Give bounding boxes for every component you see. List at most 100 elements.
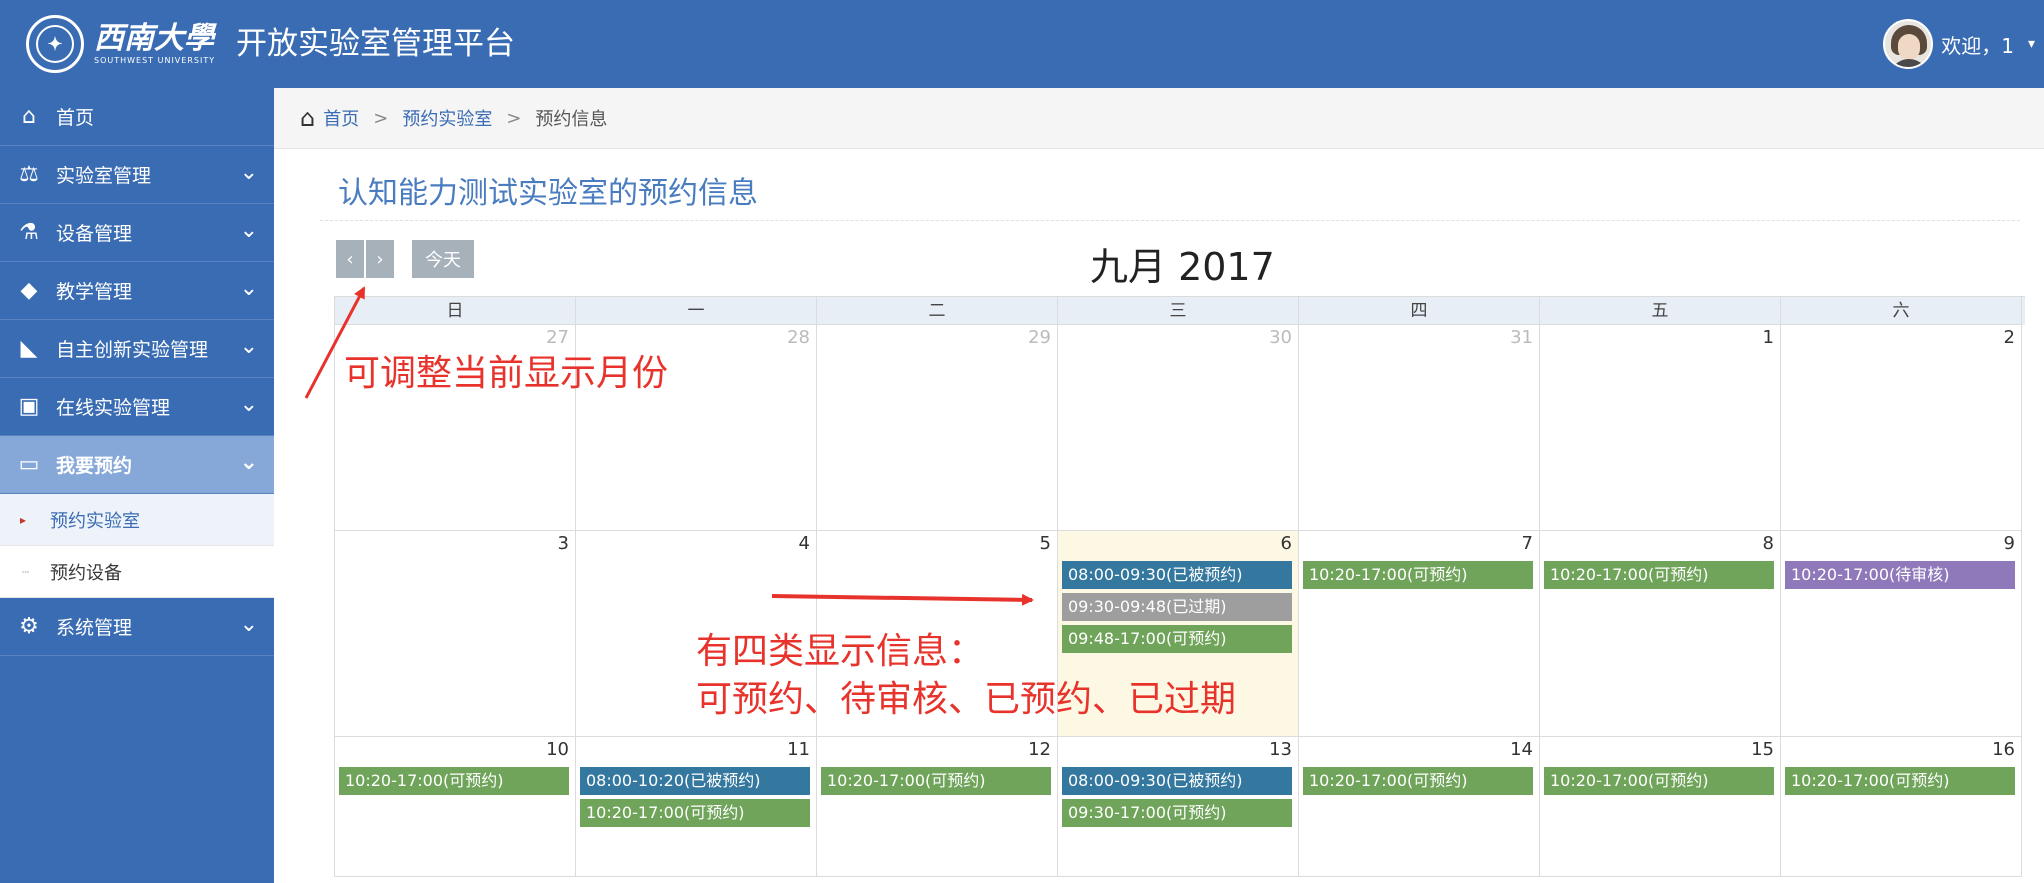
scale-icon: ⚖ (19, 162, 39, 187)
calendar-week-row: 10 10:20-17:00(可预约) 11 08:00-10:20(已被预约) 10:… (335, 737, 2025, 877)
tree-dash-icon: ┄ (22, 564, 30, 579)
breadcrumb-separator-icon: > (373, 107, 389, 129)
calendar-day[interactable]: 13 08:00-09:30(已被预约) 09:30-17:00(可预约) (1058, 737, 1299, 877)
breadcrumb-current: 预约信息 (535, 109, 608, 130)
calendar-day[interactable]: 2 (1781, 325, 2022, 531)
chevron-down-icon: ⌄ (239, 334, 258, 359)
booking-event-available[interactable]: 10:20-17:00(可预约) (1303, 767, 1533, 795)
sidebar-item-label: 系统管理 (56, 617, 133, 639)
calendar-day[interactable]: 12 10:20-17:00(可预约) (817, 737, 1058, 877)
calendar-day[interactable]: 15 10:20-17:00(可预约) (1540, 737, 1781, 877)
chevron-down-icon: ⌄ (239, 160, 258, 185)
calendar-day[interactable]: 29 (817, 325, 1058, 531)
sidebar-item-system-management[interactable]: ⚙ 系统管理 ⌄ (0, 598, 274, 656)
booking-event-expired[interactable]: 09:30-09:48(已过期) (1062, 593, 1292, 621)
booking-event-available[interactable]: 10:20-17:00(可预约) (339, 767, 569, 795)
booking-event-available[interactable]: 10:20-17:00(可预约) (1785, 767, 2015, 795)
calendar-day[interactable]: 10 10:20-17:00(可预约) (335, 737, 576, 877)
booking-event-booked[interactable]: 08:00-09:30(已被预约) (1062, 561, 1292, 589)
sidebar-item-label: 设备管理 (56, 223, 133, 245)
day-number: 12 (1028, 739, 1051, 760)
breadcrumb-home[interactable]: 首页 (323, 105, 359, 131)
booking-event-available[interactable]: 09:30-17:00(可预约) (1062, 799, 1292, 827)
today-button[interactable]: 今天 (412, 240, 474, 278)
logo-chinese-name: 西南大學 (94, 21, 214, 56)
logo-emblem-icon: ✦ (26, 15, 84, 73)
user-menu[interactable]: 欢迎，1 ▾ (1883, 16, 2044, 72)
sidebar: ⌂ 首页 ⚖ 实验室管理 ⌄ ⚗ 设备管理 ⌄ ◆ 教学管理 ⌄ ◣ 自主创新实… (0, 88, 274, 883)
calendar-day[interactable]: 30 (1058, 325, 1299, 531)
home-icon[interactable]: ⌂ (300, 104, 315, 132)
avatar[interactable] (1883, 19, 1934, 69)
booking-event-available[interactable]: 10:20-17:00(可预约) (1544, 561, 1774, 589)
sidebar-subitem-book-lab[interactable]: ▸ 预约实验室 (0, 494, 274, 546)
booking-event-booked[interactable]: 08:00-10:20(已被预约) (580, 767, 810, 795)
weekday-header: 日 (335, 297, 576, 325)
chevron-down-icon: ⌄ (239, 612, 258, 637)
welcome-text[interactable]: 欢迎，1 (1941, 30, 2014, 59)
breadcrumb-book-lab[interactable]: 预约实验室 (402, 105, 492, 131)
gears-icon: ⚙ (19, 614, 39, 639)
booking-event-booked[interactable]: 08:00-09:30(已被预约) (1062, 767, 1292, 795)
day-number: 2 (2003, 327, 2015, 348)
day-number: 16 (1992, 739, 2015, 760)
calendar-day[interactable]: 8 10:20-17:00(可预约) (1540, 531, 1781, 737)
weekday-header: 二 (817, 297, 1058, 325)
annotation-info-line2: 可预约、待审核、已预约、已过期 (696, 679, 1237, 720)
day-number: 30 (1269, 327, 1292, 348)
next-month-button[interactable]: › (366, 240, 394, 278)
booking-event-pending[interactable]: 10:20-17:00(待审核) (1785, 561, 2015, 589)
sidebar-item-label: 在线实验管理 (56, 397, 171, 419)
sidebar-item-equipment-management[interactable]: ⚗ 设备管理 ⌄ (0, 204, 274, 262)
sidebar-subitem-book-equipment[interactable]: ┄ 预约设备 (0, 546, 274, 598)
booking-event-available[interactable]: 10:20-17:00(可预约) (821, 767, 1051, 795)
day-number: 27 (546, 327, 569, 348)
sidebar-item-teaching-management[interactable]: ◆ 教学管理 ⌄ (0, 262, 274, 320)
day-number: 11 (787, 739, 810, 760)
calendar-day[interactable]: 7 10:20-17:00(可预约) (1299, 531, 1540, 737)
day-number: 7 (1521, 533, 1533, 554)
active-marker-icon: ▸ (20, 512, 27, 527)
booking-event-available[interactable]: 10:20-17:00(可预约) (1544, 767, 1774, 795)
day-number: 4 (798, 533, 810, 554)
calendar-month-title: 九月 2017 (1090, 245, 1275, 289)
calendar-day[interactable]: 3 (335, 531, 576, 737)
calendar-day[interactable]: 14 10:20-17:00(可预约) (1299, 737, 1540, 877)
calendar-day[interactable]: 1 (1540, 325, 1781, 531)
calendar-day[interactable]: 16 10:20-17:00(可预约) (1781, 737, 2022, 877)
calendar-day[interactable]: 31 (1299, 325, 1540, 531)
sidebar-subitem-label: 预约设备 (50, 562, 122, 584)
booking-event-available[interactable]: 10:20-17:00(可预约) (580, 799, 810, 827)
annotation-info-line1: 有四类显示信息： (696, 631, 985, 672)
monitor-icon: ▭ (18, 452, 40, 477)
calendar-day[interactable]: 9 10:20-17:00(待审核) (1781, 531, 2022, 737)
day-number: 3 (557, 533, 569, 554)
breadcrumb: ⌂ 首页 > 预约实验室 > 预约信息 (274, 88, 2044, 149)
day-number: 14 (1510, 739, 1533, 760)
booking-event-available[interactable]: 10:20-17:00(可预约) (1303, 561, 1533, 589)
booking-event-available[interactable]: 09:48-17:00(可预约) (1062, 625, 1292, 653)
sidebar-item-label: 自主创新实验管理 (56, 339, 209, 361)
sidebar-item-label: 我要预约 (56, 455, 133, 477)
sidebar-item-label: 首页 (56, 107, 95, 129)
day-number: 15 (1751, 739, 1774, 760)
calendar-day[interactable]: 11 08:00-10:20(已被预约) 10:20-17:00(可预约) (576, 737, 817, 877)
day-number: 6 (1280, 533, 1292, 554)
caret-down-icon[interactable]: ▾ (2028, 36, 2044, 52)
annotation-month-note: 可调整当前显示月份 (344, 353, 669, 394)
sidebar-item-my-booking[interactable]: ▭ 我要预约 ⌄ (0, 436, 274, 494)
university-logo[interactable]: ✦ 西南大學 SOUTHWEST UNIVERSITY (26, 12, 215, 76)
title-divider (320, 220, 2020, 221)
prev-month-button[interactable]: ‹ (336, 240, 364, 278)
weekday-header: 五 (1540, 297, 1781, 325)
home-icon: ⌂ (22, 104, 36, 129)
app-title: 开放实验室管理平台 (236, 26, 515, 62)
sidebar-item-innovation-experiment[interactable]: ◣ 自主创新实验管理 ⌄ (0, 320, 274, 378)
sidebar-item-home[interactable]: ⌂ 首页 (0, 88, 274, 146)
sidebar-item-lab-management[interactable]: ⚖ 实验室管理 ⌄ (0, 146, 274, 204)
weekday-header: 六 (1781, 297, 2022, 325)
day-number: 28 (787, 327, 810, 348)
day-number: 31 (1510, 327, 1533, 348)
sidebar-item-online-experiment[interactable]: ▣ 在线实验管理 ⌄ (0, 378, 274, 436)
breadcrumb-separator-icon: > (506, 107, 522, 129)
